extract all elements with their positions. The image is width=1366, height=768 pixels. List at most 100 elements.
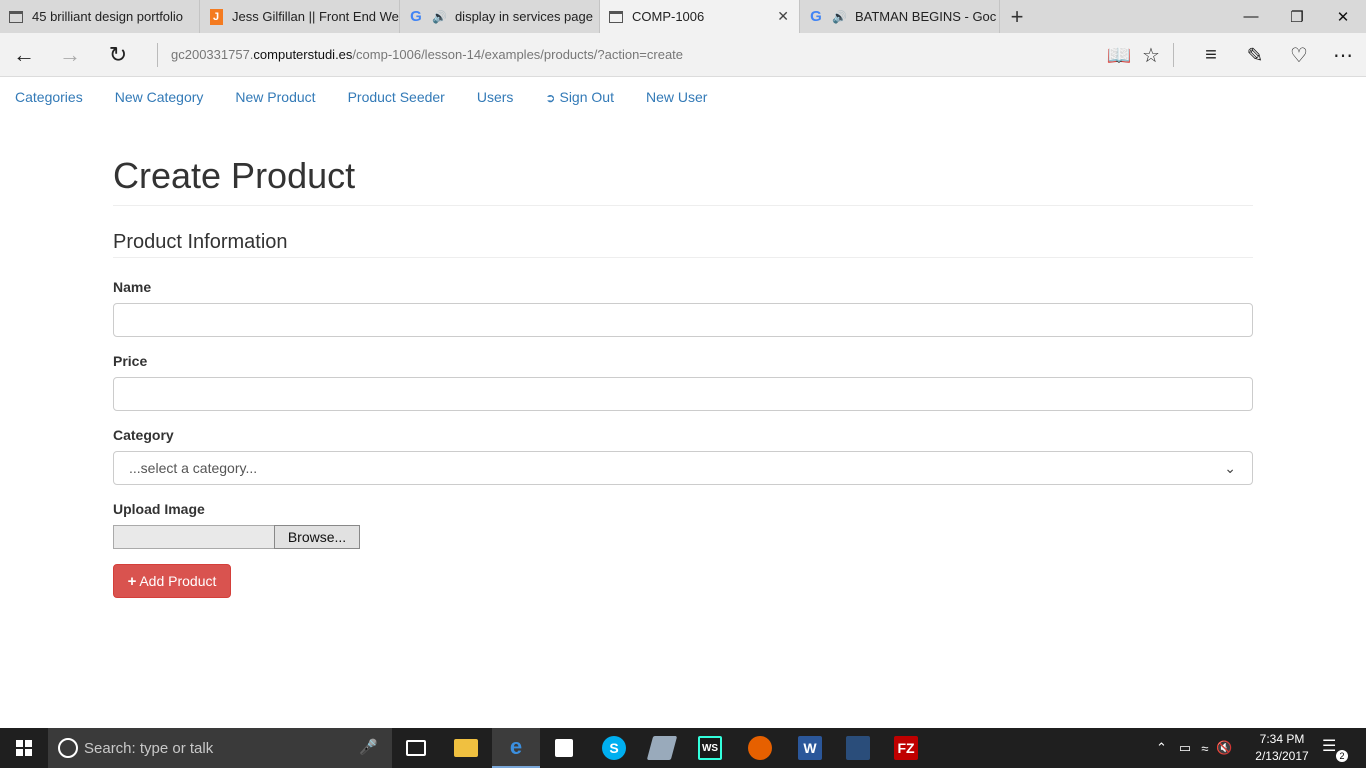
skype-icon: S (602, 736, 626, 760)
add-product-button[interactable]: + Add Product (113, 564, 231, 598)
plus-icon: + (127, 572, 137, 590)
browser-tab[interactable]: G 🔊 display in services page (400, 0, 600, 33)
divider (113, 205, 1253, 206)
file-explorer-button[interactable] (442, 728, 490, 768)
taskbar-search[interactable]: Search: type or talk 🎤 (48, 728, 392, 768)
divider (113, 257, 1253, 258)
category-selected-value: ...select a category... (129, 460, 258, 476)
minimize-icon[interactable]: — (1228, 0, 1274, 33)
category-select[interactable]: ...select a category... ⌄ (113, 451, 1253, 485)
action-center-icon[interactable]: ☰ 2 (1322, 736, 1348, 762)
wifi-icon[interactable]: ≈ (1201, 741, 1208, 756)
refresh-icon[interactable]: ↻ (94, 33, 142, 77)
tab-title: Jess Gilfillan || Front End We (232, 9, 399, 24)
webstorm-icon: WS (698, 736, 722, 760)
browser-tab[interactable]: 45 brilliant design portfolio (0, 0, 200, 33)
system-tray: ⌃ ▭ ≈ 🔇 (1156, 728, 1233, 768)
url-field[interactable]: gc200331757.computerstudi.es/comp-1006/l… (171, 47, 683, 62)
tab-title: 45 brilliant design portfolio (32, 9, 184, 24)
nav-new-user[interactable]: New User (646, 89, 707, 106)
word-icon: W (798, 736, 822, 760)
file-upload: Browse... (113, 525, 360, 549)
skype-button[interactable]: S (590, 728, 638, 768)
page-title: Create Product (113, 155, 356, 196)
firefox-icon (748, 736, 772, 760)
tab-title: display in services page (454, 9, 593, 24)
nav-users[interactable]: Users (477, 89, 514, 106)
firefox-button[interactable] (736, 728, 784, 768)
notification-badge: 2 (1336, 750, 1348, 762)
chevron-down-icon: ⌄ (1224, 460, 1236, 476)
j-favicon-icon: J (208, 8, 224, 25)
nav-new-category[interactable]: New Category (115, 89, 204, 106)
folder-icon (454, 739, 478, 757)
clock-time: 7:34 PM (1259, 732, 1305, 746)
new-tab-button[interactable]: + (1000, 0, 1034, 33)
search-placeholder: Search: type or talk (84, 739, 214, 757)
clock[interactable]: 7:34 PM 2/13/2017 (1252, 731, 1312, 765)
name-label: Name (113, 279, 152, 295)
restore-icon[interactable]: ❐ (1274, 0, 1320, 33)
forward-icon[interactable]: → (46, 33, 94, 77)
mysql-workbench-button[interactable] (834, 728, 882, 768)
google-icon: G (810, 8, 822, 25)
speaker-icon[interactable]: 🔊 (432, 10, 447, 24)
mysql-workbench-icon (846, 736, 870, 760)
app-button[interactable] (638, 728, 686, 768)
microphone-icon[interactable]: 🎤 (359, 738, 378, 756)
task-view-button[interactable] (392, 728, 440, 768)
filezilla-icon: FZ (894, 736, 918, 760)
tab-title: BATMAN BEGINS - Goc (854, 9, 997, 24)
windows-logo-icon (16, 740, 32, 756)
sign-out-icon: ➲ (545, 91, 556, 105)
browser-tab[interactable]: G 🔊 BATMAN BEGINS - Goc (800, 0, 1000, 33)
edge-icon: e (509, 734, 523, 759)
taskbar: Search: type or talk 🎤 e S WS W FZ ⌃ ▭ ≈… (0, 728, 1366, 768)
address-bar: ← → ↻ gc200331757.computerstudi.es/comp-… (0, 33, 1366, 77)
store-button[interactable] (540, 728, 588, 768)
more-icon[interactable]: ⋯ (1321, 33, 1365, 77)
battery-icon[interactable]: ▭ (1179, 740, 1191, 756)
close-window-icon[interactable]: ✕ (1320, 0, 1366, 33)
price-label: Price (113, 353, 148, 369)
favorite-star-icon[interactable]: ☆ (1129, 33, 1173, 77)
cortana-icon (58, 738, 78, 758)
browser-tab-bar: 45 brilliant design portfolio J Jess Gil… (0, 0, 1366, 33)
nav-product-seeder[interactable]: Product Seeder (348, 89, 445, 106)
web-note-icon[interactable]: ✎ (1233, 33, 1277, 77)
speaker-icon[interactable]: 🔊 (832, 10, 847, 24)
tab-title: COMP-1006 (632, 9, 705, 24)
top-navigation: Categories New Category New Product Prod… (15, 89, 739, 106)
google-icon: G (410, 8, 422, 25)
hub-icon[interactable]: ≡ (1189, 33, 1233, 77)
section-title: Product Information (113, 231, 288, 253)
upload-image-label: Upload Image (113, 501, 205, 517)
store-icon (555, 739, 573, 757)
webstorm-button[interactable]: WS (686, 728, 734, 768)
page-icon (8, 9, 24, 25)
share-icon[interactable]: ♡ (1277, 33, 1321, 77)
browser-tab[interactable]: J Jess Gilfillan || Front End We (200, 0, 400, 33)
start-button[interactable] (0, 728, 48, 768)
volume-muted-icon[interactable]: 🔇 (1216, 740, 1232, 756)
notes-app-icon (646, 736, 678, 760)
word-button[interactable]: W (786, 728, 834, 768)
chevron-up-icon[interactable]: ⌃ (1156, 740, 1167, 756)
filezilla-button[interactable]: FZ (882, 728, 930, 768)
edge-button[interactable]: e (492, 728, 540, 768)
nav-categories[interactable]: Categories (15, 89, 83, 106)
category-label: Category (113, 427, 174, 443)
web-page: Categories New Category New Product Prod… (0, 77, 1366, 728)
page-icon (608, 9, 624, 25)
price-input[interactable] (113, 377, 1253, 411)
clock-date: 2/13/2017 (1255, 749, 1309, 763)
close-icon[interactable]: ✕ (777, 8, 789, 25)
nav-new-product[interactable]: New Product (235, 89, 315, 106)
file-path-field[interactable] (113, 525, 274, 549)
browse-button[interactable]: Browse... (274, 525, 360, 549)
name-input[interactable] (113, 303, 1253, 337)
task-view-icon (406, 740, 426, 756)
back-icon[interactable]: ← (0, 33, 48, 77)
nav-sign-out[interactable]: ➲ Sign Out (545, 89, 614, 106)
browser-tab-active[interactable]: COMP-1006 ✕ (600, 0, 800, 33)
